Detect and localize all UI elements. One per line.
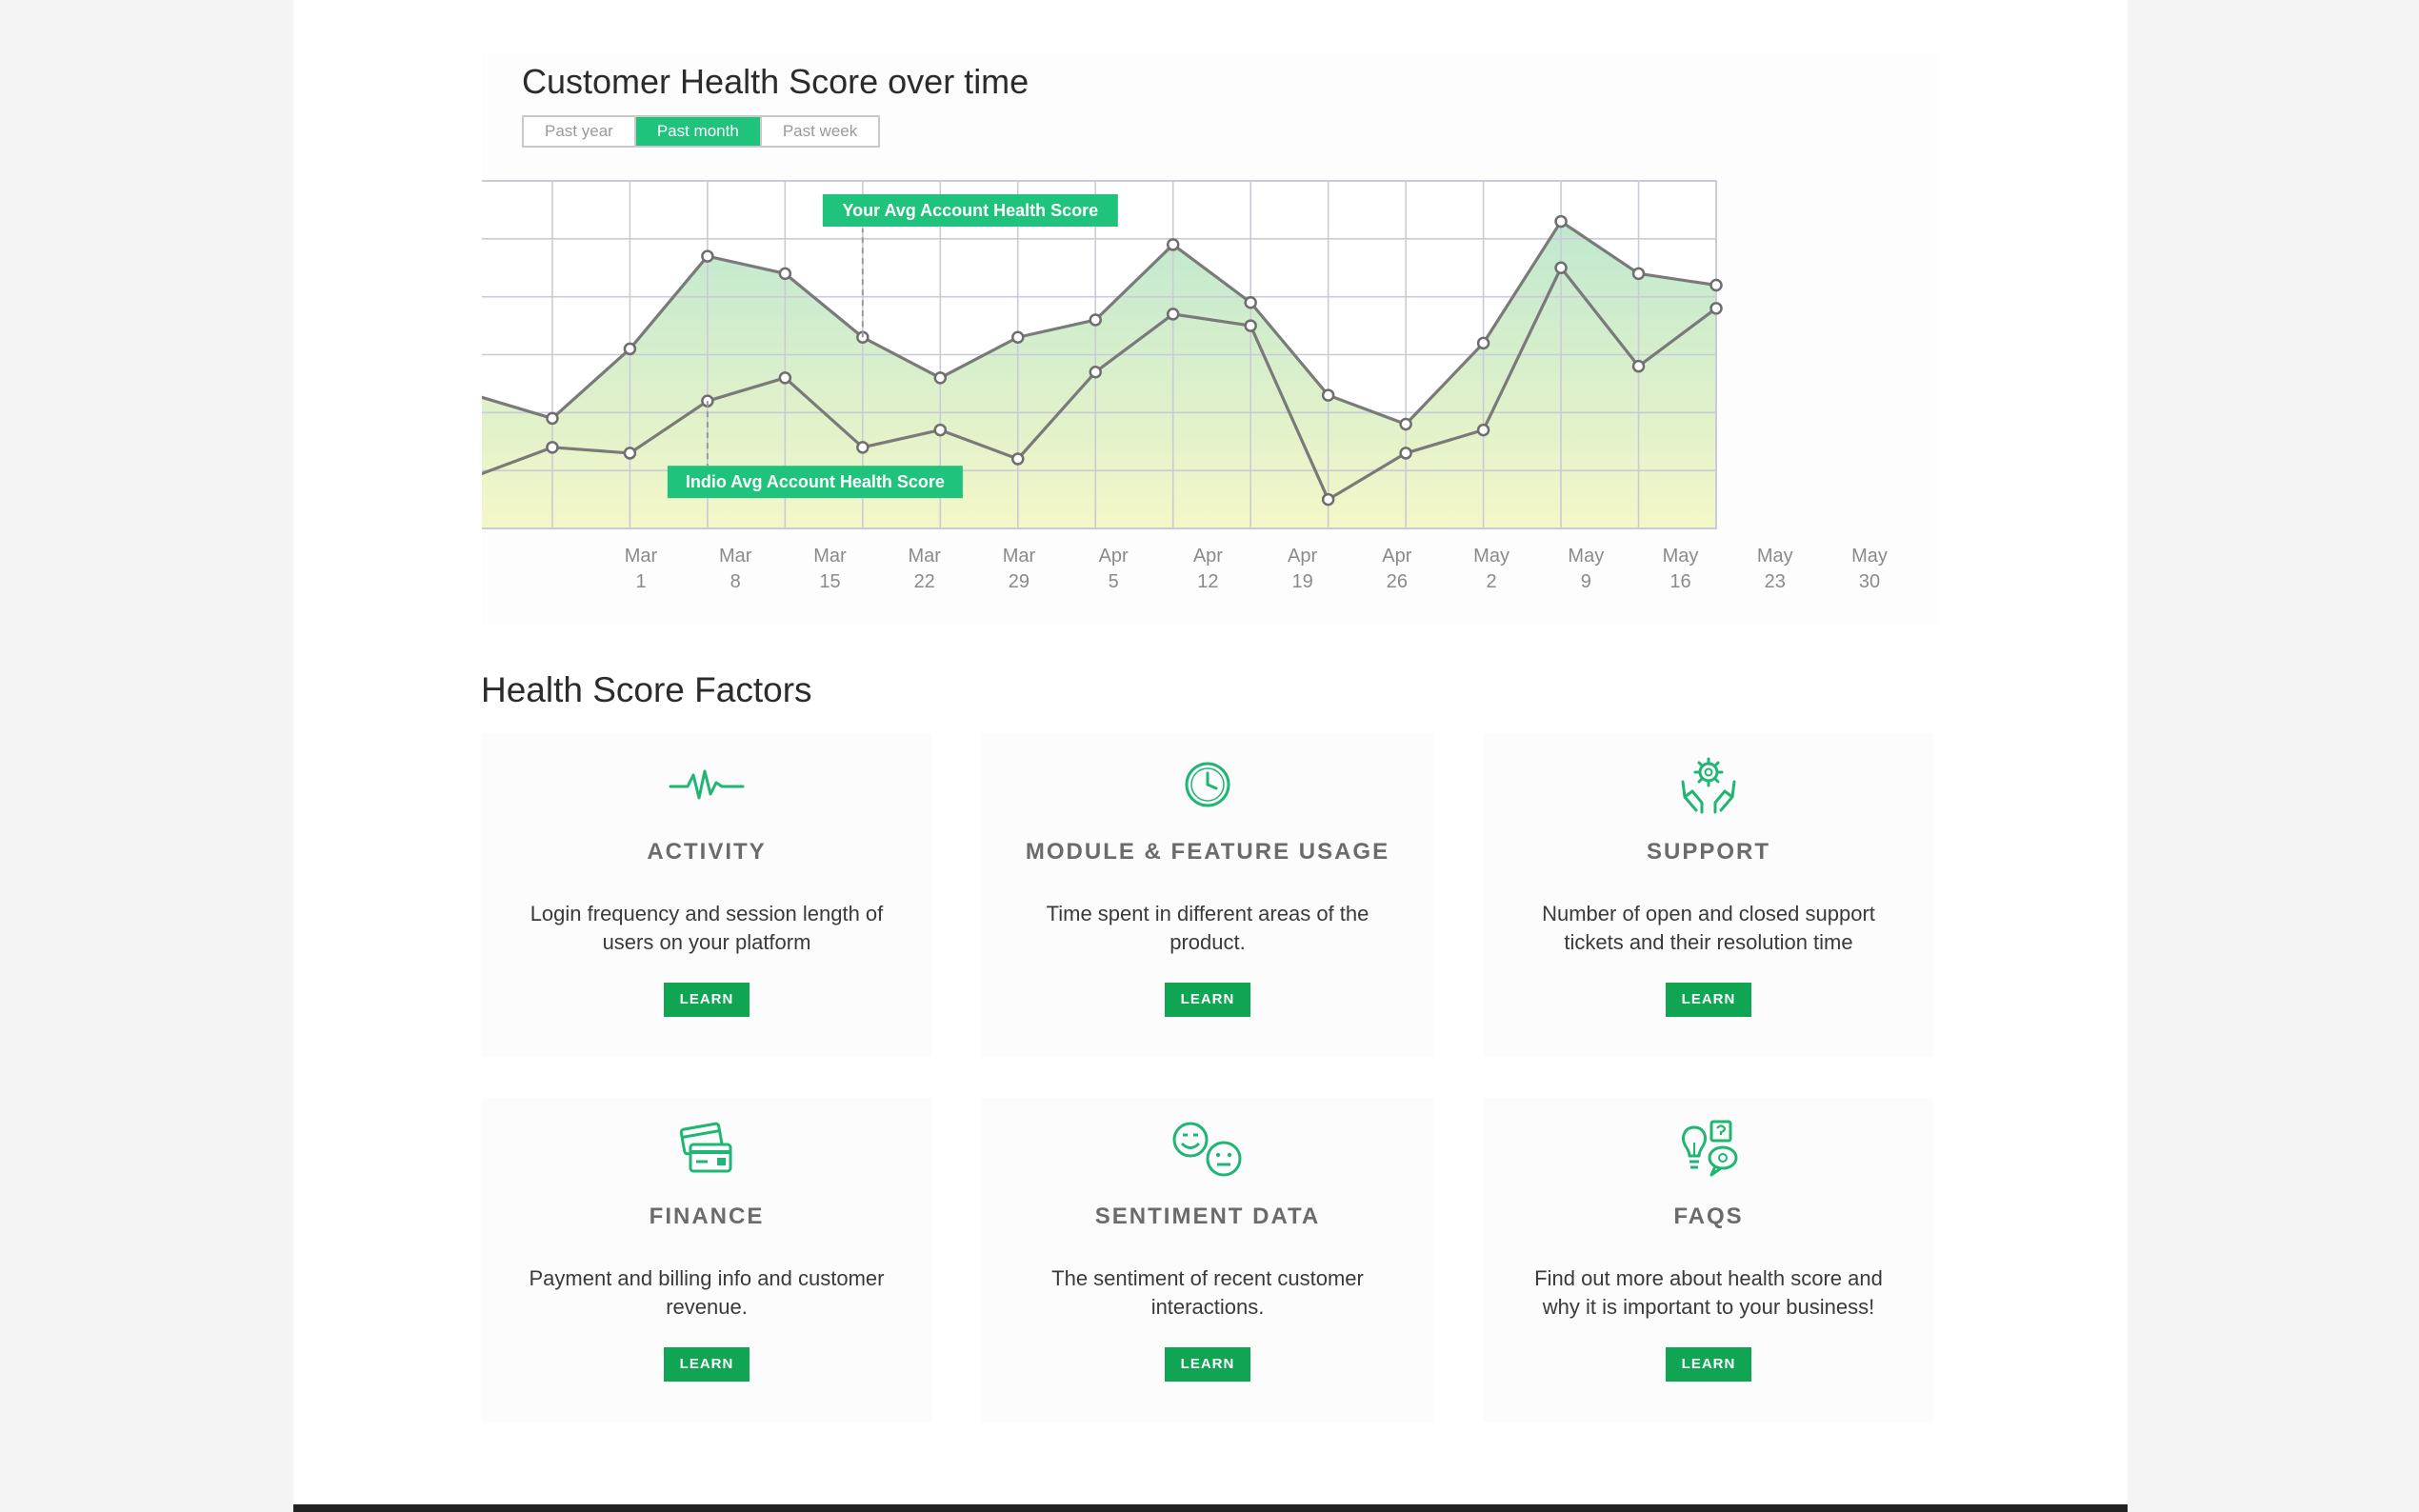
activity-pulse-icon <box>669 769 745 800</box>
x-tick-label-month: May <box>1851 546 1888 567</box>
x-tick-label-month: Apr <box>1288 546 1317 567</box>
x-tick-label-month: Mar <box>1003 546 1036 567</box>
learn-button-faqs[interactable]: LEARN <box>1666 1347 1751 1382</box>
x-tick-label-month: May <box>1568 546 1604 567</box>
series-0-point <box>1399 417 1412 431</box>
factor-card-activity: ACTIVITY Login frequency and session len… <box>481 733 932 1057</box>
factor-description: Payment and billing info and customer re… <box>529 1266 885 1319</box>
series-0-point <box>1321 388 1335 402</box>
series-0-point <box>1631 267 1646 281</box>
series-1-point <box>1166 308 1180 321</box>
x-tick-label-day: 2 <box>1487 571 1497 592</box>
series-1-point <box>1709 302 1723 315</box>
x-tick-label-month: Mar <box>813 546 847 567</box>
credit-cards-icon <box>679 1122 732 1173</box>
factor-description: Login frequency and session length of us… <box>530 902 884 954</box>
series-0-point <box>1476 336 1490 350</box>
factor-card-support: SUPPORT Number of open and closed suppor… <box>1483 733 1934 1057</box>
series-0-point <box>1554 214 1568 229</box>
health-score-chart-card: Customer Health Score over time Past yea… <box>482 52 1939 624</box>
factor-description: Find out more about health score and why… <box>1534 1266 1883 1319</box>
x-tick-label-day: 1 <box>635 571 646 592</box>
learn-button-support[interactable]: LEARN <box>1666 983 1751 1017</box>
x-tick-label-month: Apr <box>1382 546 1411 567</box>
x-tick-label-day: 29 <box>1009 571 1030 592</box>
x-tick-label-day: 23 <box>1765 571 1786 592</box>
annotation-label: Your Avg Account Health Score <box>842 201 1098 220</box>
learn-button-module-feature-usage[interactable]: LEARN <box>1165 983 1250 1017</box>
learn-button-finance[interactable]: LEARN <box>664 1347 750 1382</box>
series-0-point <box>1709 278 1723 292</box>
clock-icon <box>1185 762 1230 807</box>
x-tick-label-day: 19 <box>1291 571 1312 592</box>
series-0-point <box>546 411 559 426</box>
annotation-label: Indio Avg Account Health Score <box>686 472 945 491</box>
factors-section-title: Health Score Factors <box>481 670 812 709</box>
factor-card-module-feature-usage: MODULE & FEATURE USAGE Time spent in dif… <box>982 733 1433 1057</box>
series-1-point <box>778 371 792 385</box>
series-0-point <box>1011 330 1025 344</box>
x-tick-label-month: May <box>1757 546 1793 567</box>
factor-card-faqs: FAQS Find out more about health score an… <box>1483 1098 1934 1422</box>
x-tick-label-day: 12 <box>1197 571 1218 592</box>
x-tick-label-day: 15 <box>819 571 840 592</box>
bottom-bar <box>293 1504 2128 1512</box>
series-0-point <box>623 342 637 356</box>
x-tick-label-day: 9 <box>1581 571 1591 592</box>
series-1-point <box>1244 319 1257 332</box>
series-1-point <box>623 447 637 460</box>
x-tick-label-day: 5 <box>1109 571 1119 592</box>
smiley-faces-icon <box>1172 1122 1242 1177</box>
x-tick-label-day: 30 <box>1859 571 1880 592</box>
x-tick-label-month: May <box>1473 546 1509 567</box>
page: Customer Health Score over time Past yea… <box>293 0 2128 1504</box>
x-tick-label-day: 8 <box>730 571 741 592</box>
series-1-point <box>1476 423 1490 437</box>
range-option-past-year[interactable]: Past year <box>524 117 634 146</box>
x-tick-label-month: Mar <box>719 546 752 567</box>
factor-card-finance: FINANCE Payment and billing info and cus… <box>481 1098 932 1422</box>
factor-description: The sentiment of recent customer interac… <box>1051 1266 1364 1319</box>
range-option-past-week[interactable]: Past week <box>759 117 879 146</box>
series-1-point <box>1399 447 1412 460</box>
series-1-point <box>1321 492 1335 507</box>
series-0-point <box>1166 238 1180 251</box>
series-0-point <box>1089 313 1102 327</box>
lightbulb-question-icon <box>1681 1120 1738 1177</box>
x-tick-label-month: Apr <box>1099 546 1129 567</box>
range-option-past-month[interactable]: Past month <box>633 117 760 146</box>
x-tick-label-month: Mar <box>908 546 941 567</box>
factor-description: Time spent in different areas of the pro… <box>1046 902 1369 954</box>
series-1-point <box>856 441 870 454</box>
series-1-point <box>1011 452 1025 466</box>
series-0-point <box>933 371 948 385</box>
x-tick-label-day: 16 <box>1669 571 1690 592</box>
series-1-point <box>1631 359 1646 373</box>
time-range-toggle: Past year Past month Past week <box>522 115 881 148</box>
x-tick-label-month: May <box>1663 546 1699 567</box>
factor-description: Number of open and closed support ticket… <box>1542 902 1875 954</box>
x-tick-label-month: Apr <box>1193 546 1223 567</box>
series-0-point <box>1244 296 1257 309</box>
x-tick-label-day: 26 <box>1387 571 1408 592</box>
learn-button-activity[interactable]: LEARN <box>664 983 750 1017</box>
health-score-line-chart: 707580859095100Mar1Mar8Mar15Mar22Mar29Ap… <box>482 180 1888 592</box>
x-tick-label-month: Mar <box>625 546 658 567</box>
chart-title: Customer Health Score over time <box>522 62 1030 101</box>
series-1-point <box>1554 261 1568 274</box>
series-1-point <box>1089 366 1102 379</box>
x-tick-label-day: 22 <box>914 571 935 592</box>
series-1-point <box>546 441 559 454</box>
series-0-point <box>778 267 792 281</box>
factor-card-sentiment-data: SENTIMENT DATA The sentiment of recent c… <box>982 1098 1433 1422</box>
learn-button-sentiment-data[interactable]: LEARN <box>1165 1347 1250 1382</box>
series-0-point <box>701 249 714 263</box>
support-hands-gear-icon <box>1681 757 1736 814</box>
series-1-point <box>933 423 948 437</box>
